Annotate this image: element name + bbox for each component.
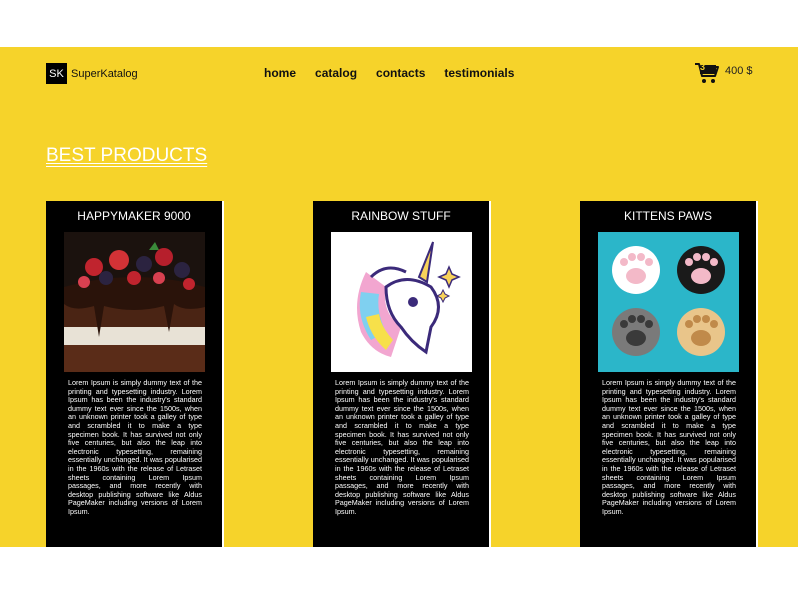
product-description: Lorem Ipsum is simply dummy text of the …: [335, 378, 469, 516]
product-title: RAINBOW STUFF: [351, 209, 451, 223]
cart-total: 400 $: [725, 65, 753, 77]
logo[interactable]: SK SuperKatalog: [46, 63, 138, 84]
logo-text: SuperKatalog: [71, 67, 138, 80]
product-description: Lorem Ipsum is simply dummy text of the …: [602, 378, 736, 516]
nav-catalog[interactable]: catalog: [315, 66, 357, 80]
cart-icon: [695, 63, 719, 83]
logo-mark: SK: [46, 63, 67, 84]
product-card[interactable]: KITTENS PAWS Lorem Ipsum is simply dummy…: [580, 201, 758, 547]
product-title: HAPPYMAKER 9000: [77, 209, 191, 223]
nav-home[interactable]: home: [264, 66, 296, 80]
section-title: BEST PRODUCTS: [46, 145, 208, 166]
product-image-cake: [64, 232, 205, 372]
cart-count-badge: 3: [700, 62, 706, 72]
product-image-unicorn: [331, 232, 472, 372]
nav-testimonials[interactable]: testimonials: [444, 66, 514, 80]
product-image-paws: [598, 232, 739, 372]
product-title: KITTENS PAWS: [623, 209, 712, 223]
main-nav: home catalog contacts testimonials: [264, 66, 533, 80]
page-background: SK SuperKatalog home catalog contacts te…: [0, 47, 798, 547]
product-card[interactable]: RAINBOW STUFF Lorem Ipsum is simply dumm…: [313, 201, 491, 547]
nav-contacts[interactable]: contacts: [376, 66, 425, 80]
cart-button[interactable]: 3: [694, 61, 722, 85]
product-description: Lorem Ipsum is simply dummy text of the …: [68, 378, 202, 516]
product-card[interactable]: HAPPYMAKER 9000 Lorem Ipsum is simply du…: [46, 201, 224, 547]
